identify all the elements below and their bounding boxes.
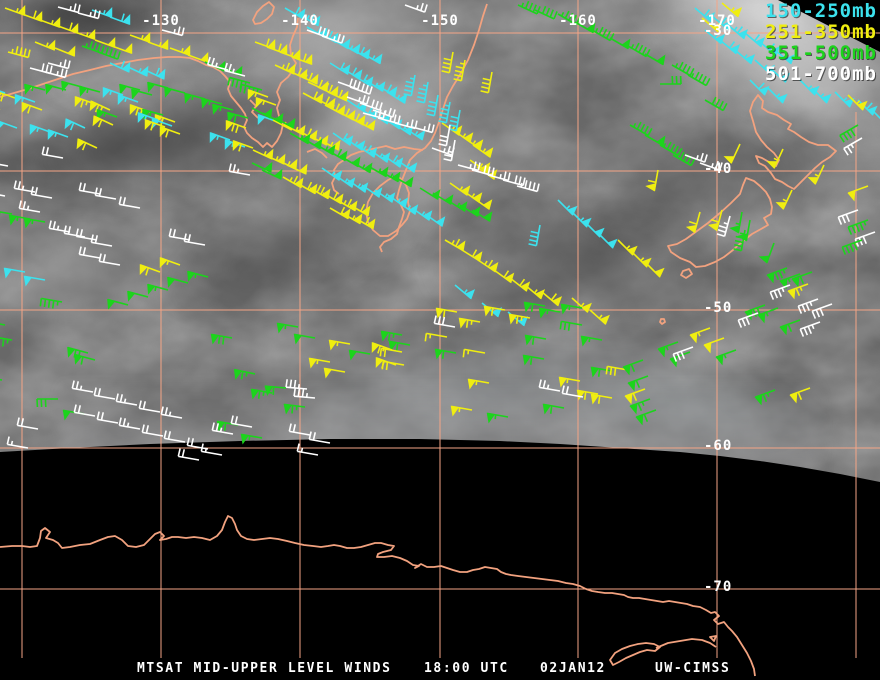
legend-item-white: 501-700mb (765, 63, 877, 85)
caption-text: 18:00 UTC (424, 661, 509, 676)
latitude-label: -60 (704, 438, 733, 454)
latitude-label: -40 (704, 161, 733, 177)
latitude-label: -70 (704, 579, 733, 595)
legend-item-green: 351-500mb (765, 42, 877, 64)
satellite-wind-product: 150-250mb 251-350mb 351-500mb 501-700mb -13… (0, 0, 880, 680)
caption-text: UW-CIMSS (655, 661, 731, 676)
latitude-label: -50 (704, 300, 733, 316)
longitude-label: -160 (559, 13, 597, 29)
caption-text: MTSAT MID-UPPER LEVEL WINDS (137, 661, 392, 676)
label-layer: 150-250mb 251-350mb 351-500mb 501-700mb -13… (0, 0, 880, 680)
pressure-level-legend: 150-250mb 251-350mb 351-500mb 501-700mb (765, 1, 877, 85)
longitude-label: -130 (142, 13, 180, 29)
legend-item-cyan: 150-250mb (765, 0, 877, 22)
latitude-label: -30 (704, 23, 733, 39)
legend-item-yellow: 251-350mb (765, 21, 877, 43)
longitude-label: -140 (281, 13, 319, 29)
caption-text: 02JAN12 (540, 661, 606, 676)
longitude-label: -150 (421, 13, 459, 29)
